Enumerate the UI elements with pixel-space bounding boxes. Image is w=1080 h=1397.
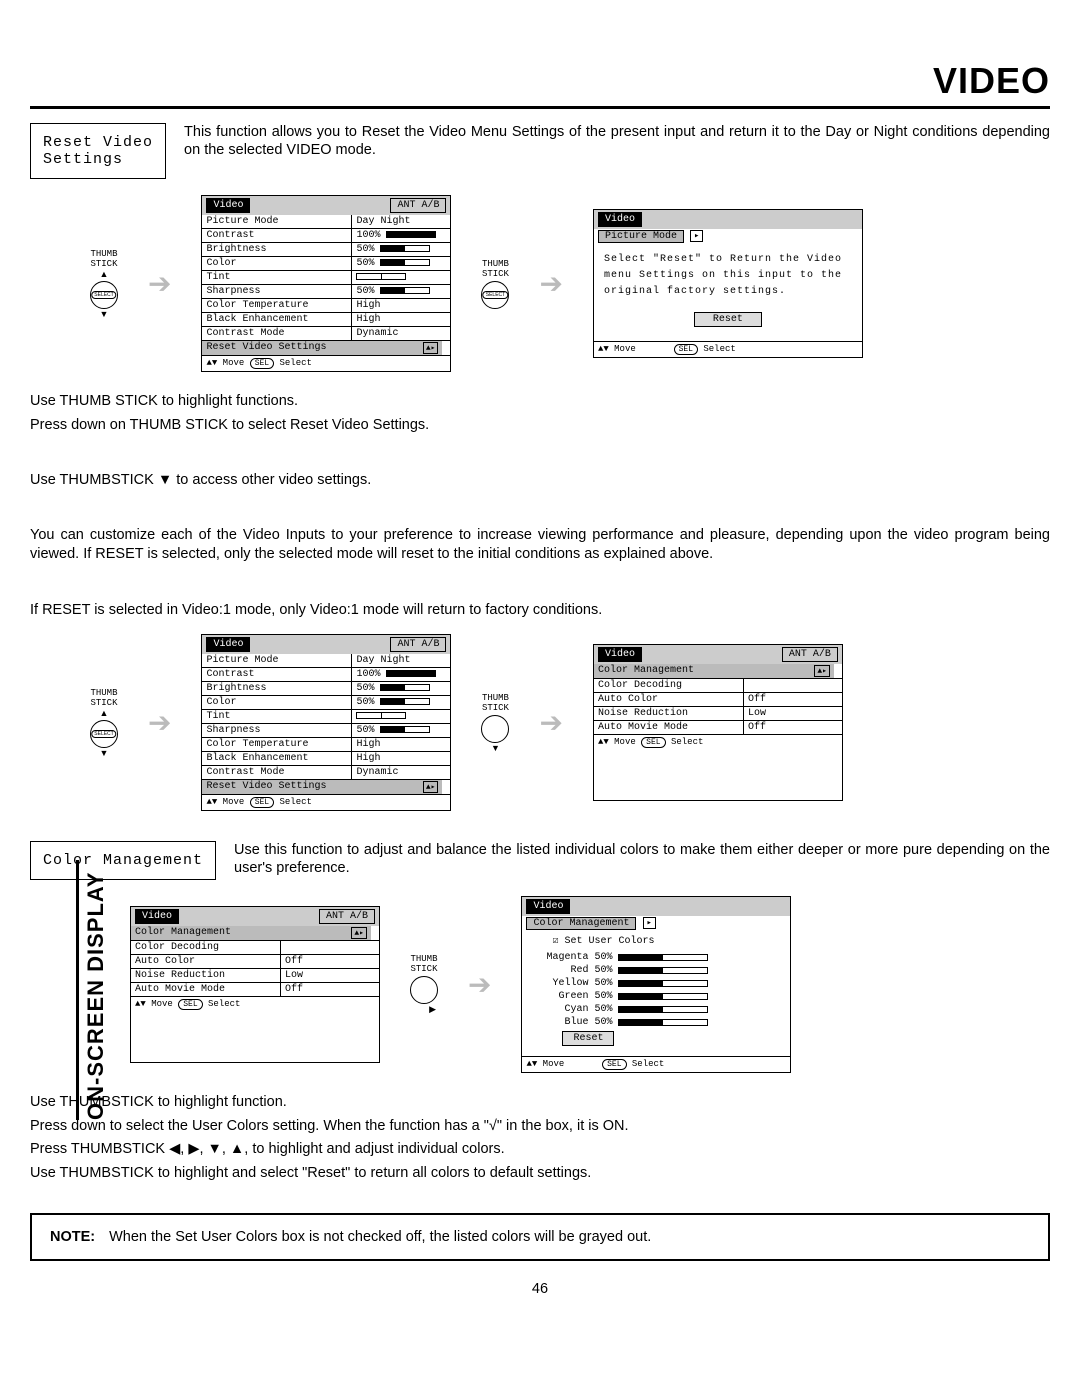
- title-rule: [30, 106, 1050, 109]
- menu-row[interactable]: Contrast100%: [202, 229, 450, 243]
- menu-row[interactable]: Color Decoding: [131, 941, 379, 955]
- menu-row[interactable]: Brightness50%: [202, 682, 450, 696]
- color-row[interactable]: Green50%: [522, 990, 790, 1003]
- thumbstick-diagram: THUMB STICK ▶: [410, 954, 438, 1015]
- color-row[interactable]: Red50%: [522, 964, 790, 977]
- osd-video-menu: VideoANT A/B Picture ModeDay NightContra…: [201, 195, 451, 372]
- color-row[interactable]: Yellow50%: [522, 977, 790, 990]
- menu-row[interactable]: Brightness50%: [202, 243, 450, 257]
- menu-row[interactable]: Color50%: [202, 696, 450, 710]
- instruction-text: [30, 573, 1050, 593]
- thumbstick-diagram: THUMB STICK ▲ SELECT ▼: [90, 688, 118, 758]
- arrow-icon: ➔: [468, 968, 491, 1001]
- instruction-text: If RESET is selected in Video:1 mode, on…: [30, 601, 1050, 621]
- arrow-icon: ➔: [148, 706, 171, 739]
- menu-row[interactable]: Contrast100%: [202, 668, 450, 682]
- menu-row[interactable]: Auto Movie ModeOff: [594, 721, 842, 734]
- instruction-text: [30, 443, 1050, 463]
- thumbstick-diagram: THUMB STICK ▲ SELECT ▼: [90, 249, 118, 319]
- color-row[interactable]: Magenta50%: [522, 951, 790, 964]
- menu-row[interactable]: Auto ColorOff: [594, 693, 842, 707]
- instruction-text: Use THUMBSTICK ▼ to access other video s…: [30, 471, 1050, 491]
- menu-row[interactable]: Noise ReductionLow: [594, 707, 842, 721]
- menu-row[interactable]: Contrast ModeDynamic: [202, 766, 450, 780]
- menu-row[interactable]: Sharpness50%: [202, 724, 450, 738]
- menu-row[interactable]: Contrast ModeDynamic: [202, 327, 450, 341]
- instruction-text: Press THUMBSTICK ◀, ▶, ▼, ▲, to highligh…: [30, 1140, 1050, 1160]
- menu-row[interactable]: Color Management ▲▸: [131, 926, 379, 941]
- side-tab: ON-SCREEN DISPLAY: [76, 860, 109, 1120]
- menu-row[interactable]: Auto Movie ModeOff: [131, 983, 379, 996]
- menu-row[interactable]: Reset Video Settings ▲▸: [202, 780, 450, 794]
- page-number: 46: [30, 1281, 1050, 1297]
- reset-label: Reset Video Settings: [30, 123, 166, 179]
- page-title: VIDEO: [30, 60, 1050, 102]
- instruction-text: Use THUMBSTICK to highlight function.: [30, 1093, 1050, 1113]
- color-row[interactable]: Cyan50%: [522, 1003, 790, 1016]
- thumbstick-diagram: THUMB STICK SELECT: [481, 259, 509, 309]
- arrow-icon: ➔: [539, 267, 562, 300]
- menu-row[interactable]: Color TemperatureHigh: [202, 738, 450, 752]
- menu-row[interactable]: Tint: [202, 271, 450, 285]
- instruction-text: Use THUMBSTICK to highlight and select "…: [30, 1164, 1050, 1184]
- set-user-colors-checkbox[interactable]: ☑ Set User Colors: [522, 931, 790, 951]
- reset-button[interactable]: Reset: [694, 312, 762, 327]
- menu-row[interactable]: Auto ColorOff: [131, 955, 379, 969]
- menu-row[interactable]: Color Decoding: [594, 679, 842, 693]
- osd-reset-confirm: Video Picture Mode ▸ Select "Reset" to R…: [593, 209, 863, 358]
- osd-video-submenu: VideoANT A/B Color Management ▲▸Color De…: [593, 644, 843, 801]
- instruction-text: Use THUMB STICK to highlight functions.: [30, 392, 1050, 412]
- instruction-text: Press down on THUMB STICK to select Rese…: [30, 416, 1050, 436]
- menu-row[interactable]: Sharpness50%: [202, 285, 450, 299]
- menu-row[interactable]: Color Management ▲▸: [594, 664, 842, 679]
- note-box: NOTE:When the Set User Colors box is not…: [30, 1213, 1050, 1261]
- menu-row[interactable]: Picture ModeDay Night: [202, 215, 450, 229]
- menu-row[interactable]: Noise ReductionLow: [131, 969, 379, 983]
- menu-row[interactable]: Black EnhancementHigh: [202, 313, 450, 327]
- color-mgmt-label: Color Management: [30, 841, 216, 880]
- arrow-icon: ➔: [148, 267, 171, 300]
- osd-video-submenu: VideoANT A/B Color Management ▲▸Color De…: [130, 906, 380, 1063]
- menu-row[interactable]: Tint: [202, 710, 450, 724]
- color-row[interactable]: Blue50%: [522, 1016, 790, 1029]
- menu-row[interactable]: Black EnhancementHigh: [202, 752, 450, 766]
- instruction-text: You can customize each of the Video Inpu…: [30, 526, 1050, 565]
- instruction-text: [30, 498, 1050, 518]
- menu-row[interactable]: Reset Video Settings ▲▸: [202, 341, 450, 355]
- menu-row[interactable]: Picture ModeDay Night: [202, 654, 450, 668]
- menu-row[interactable]: Color50%: [202, 257, 450, 271]
- reset-button[interactable]: Reset: [562, 1031, 614, 1046]
- thumbstick-diagram: THUMB STICK ▼: [481, 693, 509, 753]
- arrow-icon: ➔: [539, 706, 562, 739]
- color-mgmt-text: Use this function to adjust and balance …: [234, 841, 1050, 877]
- instruction-text: Press down to select the User Colors set…: [30, 1117, 1050, 1137]
- osd-video-menu: VideoANT A/B Picture ModeDay NightContra…: [201, 634, 451, 811]
- menu-row[interactable]: Color TemperatureHigh: [202, 299, 450, 313]
- reset-text: This function allows you to Reset the Vi…: [184, 123, 1050, 159]
- osd-color-mgmt: Video Color Management ▸ ☑ Set User Colo…: [521, 896, 791, 1073]
